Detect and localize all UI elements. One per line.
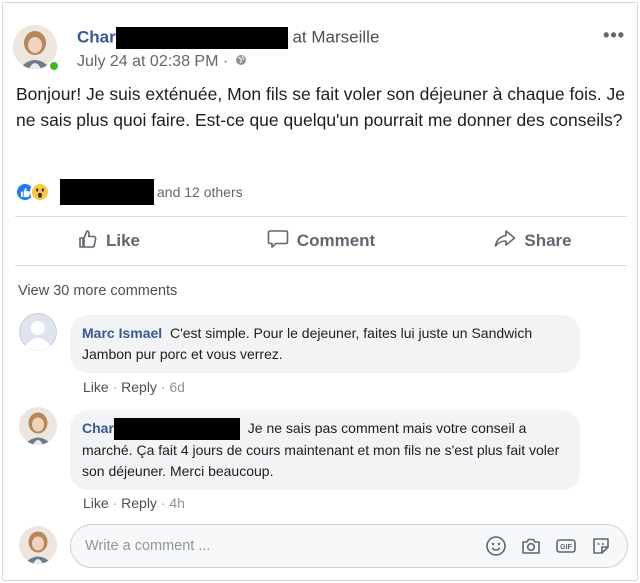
thumbs-up-icon	[78, 229, 98, 254]
separator: ·	[108, 495, 122, 511]
comment-author[interactable]: Marc Ismael	[82, 325, 162, 341]
redacted-name-bar	[113, 418, 240, 441]
emoji-icon[interactable]	[484, 534, 508, 558]
commenter-avatar[interactable]	[19, 407, 57, 445]
view-more-comments-link[interactable]: View 30 more comments	[18, 283, 177, 299]
comment-actions: Like · Reply · 4h	[83, 495, 185, 511]
like-button[interactable]: Like	[3, 219, 215, 263]
globe-icon	[235, 53, 247, 71]
comment-reply-link[interactable]: Reply	[121, 379, 157, 395]
comment-icon	[267, 229, 289, 254]
separator: ·	[108, 379, 122, 395]
post-meta: July 24 at 02:38 PM ·	[77, 53, 247, 71]
comment-like-link[interactable]: Like	[83, 495, 109, 511]
share-label: Share	[524, 231, 572, 250]
sticker-icon[interactable]	[589, 534, 613, 558]
wow-reaction-icon	[30, 182, 50, 202]
comment-actions: Like · Reply · 6d	[83, 379, 185, 395]
location-link[interactable]: Marseille	[311, 27, 379, 46]
camera-icon[interactable]	[519, 534, 543, 558]
redacted-reactor-bar	[60, 179, 154, 205]
composer-icons: GIF	[484, 534, 613, 558]
comment-bubble: Marc Ismael C'est simple. Pour le dejeun…	[70, 315, 580, 373]
online-status-dot	[48, 60, 60, 72]
svg-text:GIF: GIF	[560, 544, 572, 551]
separator: ·	[156, 379, 170, 395]
divider-top	[15, 216, 627, 217]
divider-bottom	[15, 265, 627, 266]
share-icon	[494, 229, 516, 254]
gif-icon[interactable]: GIF	[554, 534, 578, 558]
write-comment-input[interactable]: Write a comment ... GIF	[70, 524, 628, 568]
author-line: Char at Marseille	[77, 27, 379, 49]
comment-time[interactable]: 4h	[169, 495, 185, 511]
reaction-others: and 12 others	[157, 184, 243, 200]
comment-button[interactable]: Comment	[215, 219, 427, 263]
commenter-avatar-placeholder[interactable]	[19, 313, 57, 351]
post-text: Bonjour! Je suis exténuée, Mon fils se f…	[16, 84, 625, 130]
facebook-post: Char at Marseille July 24 at 02:38 PM · …	[2, 2, 638, 581]
comment-author[interactable]: Char	[82, 420, 114, 436]
comment-label: Comment	[296, 231, 376, 250]
comment-reply-link[interactable]: Reply	[121, 495, 157, 511]
more-options-icon[interactable]: •••	[603, 25, 625, 46]
comment-time[interactable]: 6d	[169, 379, 185, 395]
comment-bubble: Char Je ne sais pas comment mais votre c…	[70, 410, 580, 491]
author-name[interactable]: Char	[77, 27, 116, 46]
current-user-avatar[interactable]	[19, 526, 57, 564]
comment-like-link[interactable]: Like	[83, 379, 109, 395]
action-bar: Like Comment Share	[3, 219, 639, 263]
post-timestamp[interactable]: July 24 at 02:38 PM ·	[77, 53, 228, 70]
redacted-name-bar	[115, 27, 288, 49]
separator: ·	[156, 495, 170, 511]
write-comment-placeholder: Write a comment ...	[85, 538, 211, 554]
location-prefix: at	[292, 27, 307, 47]
reactions-summary[interactable]: and 12 others	[15, 179, 243, 205]
share-button[interactable]: Share	[427, 219, 639, 263]
like-label: Like	[105, 231, 141, 250]
